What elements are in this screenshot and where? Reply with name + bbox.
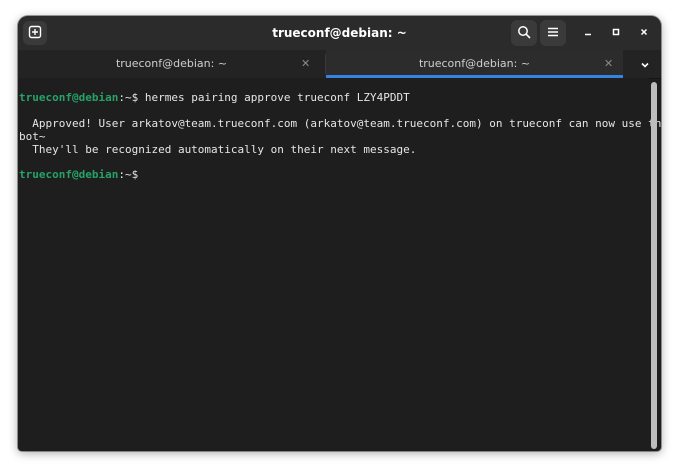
new-tab-icon bbox=[28, 24, 42, 43]
prompt-user: trueconf@debian bbox=[19, 168, 119, 181]
hamburger-menu-icon bbox=[546, 24, 560, 43]
search-button[interactable] bbox=[511, 20, 537, 46]
tab-terminal-1[interactable]: trueconf@debian: ~ ✕ bbox=[18, 50, 325, 78]
tab-label: trueconf@debian: ~ bbox=[418, 57, 531, 70]
main-menu-button[interactable] bbox=[540, 20, 566, 46]
terminal-line: Approved! User arkatov@team.trueconf.com… bbox=[19, 117, 661, 130]
chevron-down-icon bbox=[640, 55, 650, 74]
search-icon bbox=[517, 24, 531, 43]
command-text: hermes pairing approve trueconf LZY4PDDT bbox=[138, 91, 410, 104]
prompt-user: trueconf@debian bbox=[19, 91, 119, 104]
terminal-window: trueconf@debian: ~ trueconf@debian: ~ ✕ … bbox=[18, 16, 661, 451]
tabs-overview-button[interactable] bbox=[635, 54, 655, 74]
prompt-path: :~$ bbox=[118, 168, 139, 181]
maximize-icon bbox=[611, 27, 621, 40]
minimize-icon bbox=[583, 27, 593, 40]
minimize-button[interactable] bbox=[578, 23, 598, 43]
close-window-button[interactable] bbox=[634, 23, 654, 43]
terminal-line: They'll be recognized automatically on t… bbox=[19, 142, 417, 156]
header-bar: trueconf@debian: ~ bbox=[18, 16, 661, 50]
terminal-line: trueconf@debian:~$ hermes pairing approv… bbox=[19, 91, 410, 105]
close-icon bbox=[639, 27, 649, 40]
tab-terminal-2[interactable]: trueconf@debian: ~ ✕ bbox=[326, 50, 623, 78]
terminal-line: bot~ bbox=[19, 129, 46, 143]
tab-label: trueconf@debian: ~ bbox=[115, 57, 228, 70]
prompt-path: :~$ bbox=[118, 91, 139, 104]
tab-bar: trueconf@debian: ~ ✕ trueconf@debian: ~ … bbox=[18, 50, 661, 79]
terminal-output[interactable]: trueconf@debian:~$ hermes pairing approv… bbox=[18, 78, 661, 451]
close-icon[interactable]: ✕ bbox=[604, 50, 613, 78]
maximize-button[interactable] bbox=[606, 23, 626, 43]
new-tab-button[interactable] bbox=[23, 21, 47, 45]
close-icon[interactable]: ✕ bbox=[301, 50, 310, 78]
terminal-line: trueconf@debian:~$ bbox=[19, 168, 139, 182]
terminal-scrollbar[interactable] bbox=[651, 82, 657, 449]
